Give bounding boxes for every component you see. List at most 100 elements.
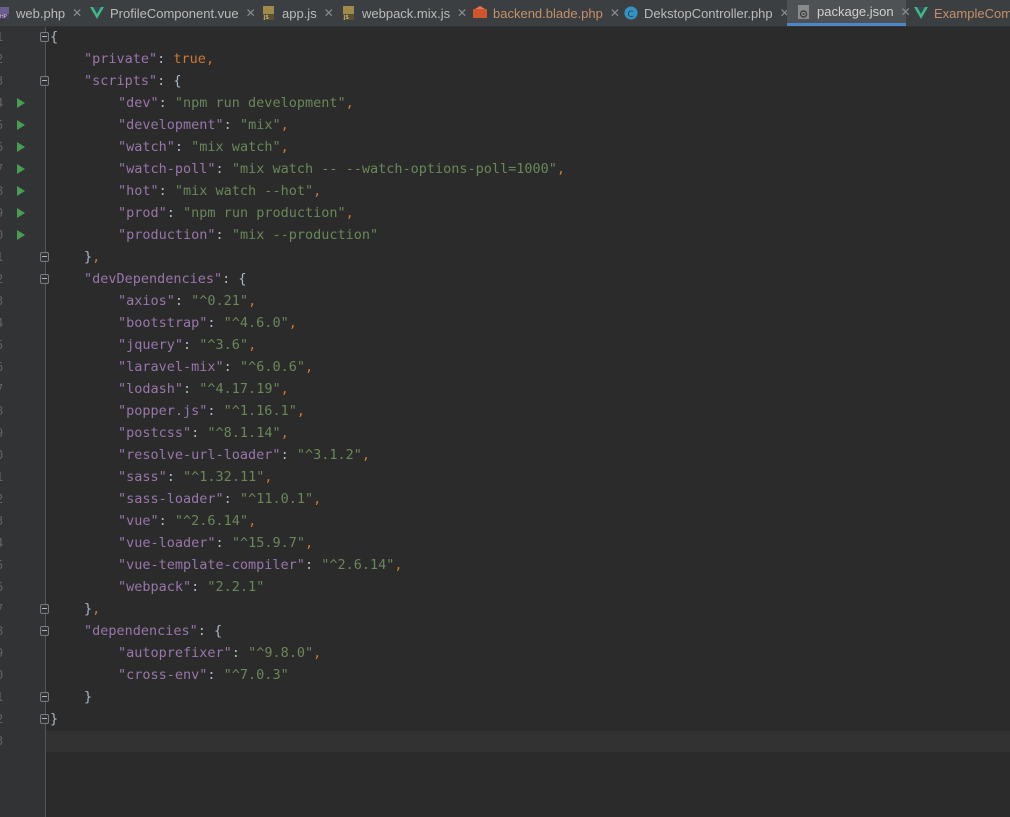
json-string-value: "^4.17.19" [199,381,281,397]
code-line[interactable]: 8 "dependencies": { [0,620,1010,642]
json-punctuation: : [215,535,232,551]
code-text: "vue": "^2.6.14", [118,510,256,532]
line-number: 1 [0,246,8,268]
json-file-icon [797,4,811,19]
run-script-icon[interactable] [17,208,25,218]
json-punctuation: : [231,645,249,661]
close-icon[interactable]: ✕ [901,5,911,19]
fold-marker-icon[interactable] [40,252,49,262]
code-text: "axios": "^0.21", [118,290,256,312]
tab-label: web.php [16,5,66,21]
close-icon[interactable]: ✕ [610,6,620,20]
code-line[interactable]: 9 "postcss": "^8.1.14", [0,422,1010,444]
json-token: true [173,51,206,67]
json-key: "devDependencies" [84,271,223,287]
code-line[interactable]: 7}, [0,598,1010,620]
code-text: "postcss": "^8.1.14", [118,422,289,444]
code-line[interactable]: 2 "devDependencies": { [0,268,1010,290]
run-script-icon[interactable] [17,142,25,152]
fold-marker-icon[interactable] [40,714,49,724]
tab-app-js[interactable]: JS app.js ✕ [262,0,334,26]
code-line[interactable]: 3 [0,730,1010,752]
code-text: } [50,708,58,730]
json-punctuation: , [92,249,101,265]
code-line[interactable]: 3 "vue": "^2.6.14", [0,510,1010,532]
code-line[interactable]: 1 "sass": "^1.32.11", [0,466,1010,488]
line-number: 2 [0,48,8,70]
code-line[interactable]: 4 "dev": "npm run development", [0,92,1010,114]
code-line[interactable]: 6 "laravel-mix": "^6.0.6", [0,356,1010,378]
json-punctuation: : [280,447,297,463]
line-number: 8 [0,620,8,642]
php-file-icon: PHP [0,6,10,20]
code-text: "watch-poll": "mix watch -- --watch-opti… [118,158,565,180]
run-script-icon[interactable] [17,230,25,240]
code-line[interactable]: 7 "lodash": "^4.17.19", [0,378,1010,400]
code-text: "laravel-mix": "^6.0.6", [118,356,313,378]
line-number: 0 [0,664,8,686]
code-line[interactable]: 1}, [0,246,1010,268]
code-line[interactable]: 3 "axios": "^0.21", [0,290,1010,312]
json-punctuation: , [248,337,257,353]
fold-marker-icon[interactable] [40,274,49,284]
code-line[interactable]: 4 "bootstrap": "^4.6.0", [0,312,1010,334]
code-line[interactable]: 8 "popper.js": "^1.16.1", [0,400,1010,422]
run-script-icon[interactable] [17,120,25,130]
code-line[interactable]: 5 "development": "mix", [0,114,1010,136]
code-line[interactable]: 2} [0,708,1010,730]
code-line[interactable]: 2 "sass-loader": "^11.0.1", [0,488,1010,510]
code-line[interactable]: 4 "vue-loader": "^15.9.7", [0,532,1010,554]
close-icon[interactable]: ✕ [457,6,467,20]
tab-profile-component-vue[interactable]: ProfileComponent.vue ✕ [90,0,256,26]
json-string-value: "^11.0.1" [239,491,314,507]
json-key: "postcss" [118,425,192,441]
fold-marker-icon[interactable] [40,692,49,702]
code-line[interactable]: 0 "resolve-url-loader": "^3.1.2", [0,444,1010,466]
line-number: 1 [0,686,8,708]
code-line[interactable]: 1} [0,686,1010,708]
tab-web-php[interactable]: PHP web.php ✕ [0,0,82,26]
code-line[interactable]: 9 "autoprefixer": "^9.8.0", [0,642,1010,664]
close-icon[interactable]: ✕ [246,6,256,20]
close-icon[interactable]: ✕ [72,6,82,20]
code-line[interactable]: 5 "jquery": "^3.6", [0,334,1010,356]
code-line[interactable]: 0 "production": "mix --production" [0,224,1010,246]
json-punctuation: , [345,95,354,111]
vue-file-icon [914,6,928,20]
code-line[interactable]: 5 "vue-template-compiler": "^2.6.14", [0,554,1010,576]
code-line[interactable]: 6 "webpack": "2.2.1" [0,576,1010,598]
close-icon[interactable]: ✕ [324,6,334,20]
json-key: "development" [118,117,224,133]
fold-marker-icon[interactable] [40,626,49,636]
json-punctuation: : [174,293,192,309]
code-line[interactable]: 7 "watch-poll": "mix watch -- --watch-opt… [0,158,1010,180]
run-script-icon[interactable] [17,186,25,196]
json-punctuation: : [223,491,240,507]
run-script-icon[interactable] [17,98,25,108]
json-punctuation: , [248,293,257,309]
json-punctuation: , [92,601,101,617]
json-key: "laravel-mix" [118,359,224,375]
line-number: 2 [0,268,8,290]
code-line[interactable]: 8 "hot": "mix watch --hot", [0,180,1010,202]
fold-marker-icon[interactable] [40,76,49,86]
run-script-icon[interactable] [17,164,25,174]
tab-example-component[interactable]: ExampleComp [914,0,1010,26]
code-text: "sass-loader": "^11.0.1", [118,488,321,510]
code-line[interactable]: 6 "watch": "mix watch", [0,136,1010,158]
tab-dekstop-controller-php[interactable]: C DekstopController.php ✕ [624,0,790,26]
json-punctuation: : [174,139,192,155]
code-line[interactable]: 1{ [0,26,1010,48]
json-punctuation: , [556,161,566,177]
code-line[interactable]: 3 "scripts": { [0,70,1010,92]
json-punctuation: , [205,51,215,67]
tab-webpack-mix-js[interactable]: JS webpack.mix.js ✕ [342,0,467,26]
fold-marker-icon[interactable] [40,604,49,614]
code-line[interactable]: 9 "prod": "npm run production", [0,202,1010,224]
tab-package-json[interactable]: package.json ✕ [787,0,911,26]
code-line[interactable]: 0 "cross-env": "^7.0.3" [0,664,1010,686]
fold-marker-icon[interactable] [40,32,49,42]
code-line[interactable]: 2 "private": true, [0,48,1010,70]
tab-backend-blade-php[interactable]: backend.blade.php ✕ [473,0,620,26]
json-key: "vue" [118,513,159,529]
